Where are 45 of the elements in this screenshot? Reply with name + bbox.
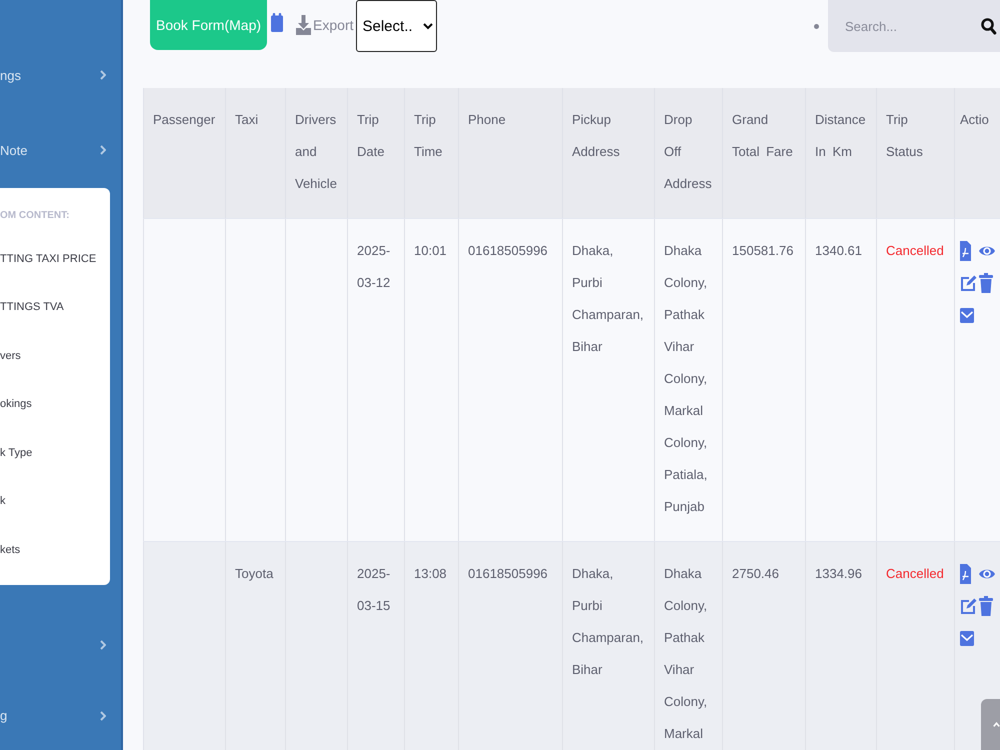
trash-icon[interactable] bbox=[979, 596, 993, 616]
chevron-up-icon bbox=[993, 722, 1000, 727]
envelope-icon[interactable] bbox=[960, 308, 974, 322]
table-cell: 2750.46 bbox=[722, 542, 806, 750]
table-cell: Dhaka Colony, Pathak Vihar Colony, Markal Colony, Patiala, Punjab bbox=[654, 218, 722, 542]
submenu-item[interactable]: TTINGS TVA bbox=[0, 283, 110, 332]
submenu-item[interactable]: k bbox=[0, 477, 110, 526]
status-text: Cancelled bbox=[886, 566, 944, 581]
eye-icon[interactable] bbox=[979, 245, 995, 257]
trash-icon[interactable] bbox=[979, 273, 993, 293]
calendar-icon[interactable] bbox=[271, 13, 284, 32]
submenu-item[interactable]: k Type bbox=[0, 428, 110, 477]
submenu-header: OM CONTENT: bbox=[0, 208, 70, 222]
sidebar-item[interactable]: ngs bbox=[0, 38, 121, 112]
submenu-item[interactable]: kets bbox=[0, 526, 110, 574]
table-cell: 1334.96 bbox=[806, 542, 876, 750]
envelope-icon[interactable] bbox=[960, 630, 974, 646]
status-text: Cancelled bbox=[886, 243, 944, 258]
table-cell: 2025-03-12 bbox=[348, 218, 404, 542]
submenu-item[interactable]: TTING TAXI PRICE bbox=[0, 234, 110, 283]
select-dropdown[interactable]: Select.. bbox=[356, 0, 436, 52]
edit-icon[interactable] bbox=[960, 274, 977, 292]
dot-icon bbox=[814, 24, 819, 29]
submenu-item[interactable]: vers bbox=[0, 332, 110, 380]
table-cell: 1340.61 bbox=[806, 218, 876, 542]
sidebar-item[interactable]: g bbox=[0, 682, 121, 749]
edit-icon[interactable] bbox=[960, 597, 977, 615]
pdf-file-icon[interactable] bbox=[960, 241, 971, 261]
table-cell: Dhaka Colony, Pathak Vihar Colony, Markal bbox=[654, 542, 722, 750]
download-icon bbox=[296, 15, 312, 35]
search-icon bbox=[981, 18, 997, 34]
table-cell: 10:01 bbox=[404, 218, 458, 542]
search-button[interactable] bbox=[976, 0, 1000, 52]
table-cell: Toyota bbox=[226, 542, 286, 750]
eye-icon[interactable] bbox=[979, 568, 995, 580]
submenu-item[interactable]: okings bbox=[0, 380, 110, 428]
search-field[interactable]: Search... bbox=[828, 0, 976, 52]
table-cell: Dhaka, Purbi Champaran, Bihar bbox=[562, 542, 654, 750]
table-cell: 13:08 bbox=[404, 542, 458, 750]
table-cell: 01618505996 bbox=[458, 542, 562, 750]
table-cell: Dhaka, Purbi Champaran, Bihar bbox=[562, 218, 654, 542]
table-cell: 2025-03-15 bbox=[348, 542, 404, 750]
table-cell: 150581.76 bbox=[722, 218, 806, 542]
sidebar-item[interactable]: Note bbox=[0, 112, 121, 188]
pdf-file-icon[interactable] bbox=[960, 564, 971, 584]
